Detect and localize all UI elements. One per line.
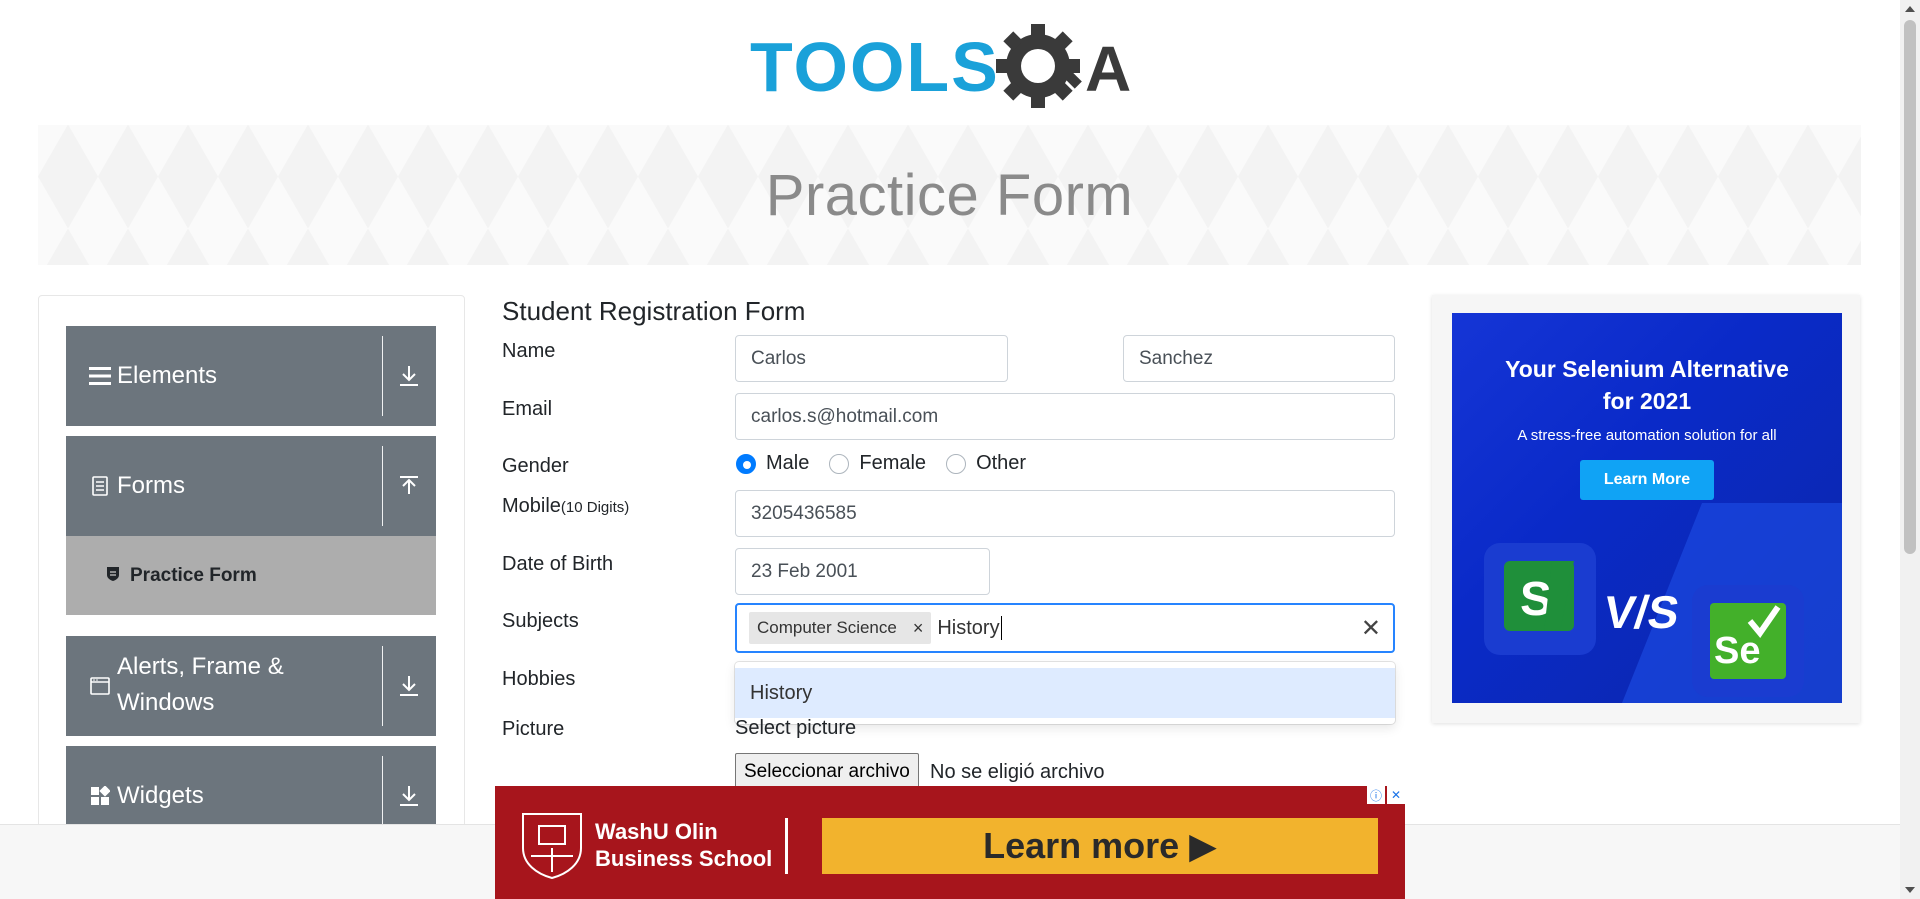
sidebar-group-label: Forms [117, 472, 185, 499]
email-label: Email [502, 398, 553, 420]
sidebar-group-forms[interactable]: Forms [66, 436, 436, 536]
scroll-up-arrow-icon[interactable] [1905, 6, 1915, 12]
upload-arrow-icon[interactable] [392, 436, 426, 536]
subjects-label: Subjects [502, 610, 579, 632]
gender-radio-group: Male Female Other [736, 452, 1046, 475]
chip-remove-icon[interactable]: × [905, 618, 932, 639]
page-banner: Practice Form [38, 125, 1861, 265]
download-arrow-icon[interactable] [392, 636, 426, 736]
ad-divider [785, 818, 788, 874]
menu-icon [88, 364, 112, 388]
radio-checked-icon[interactable] [736, 453, 756, 474]
ad-school-line2: Business School [595, 846, 773, 871]
selenium-ad[interactable]: Your Selenium Alternative for 2021 A stre… [1452, 313, 1842, 703]
last-name-input[interactable]: Sanchez [1123, 335, 1395, 382]
logo-text-tools: TOOLS [750, 28, 1000, 106]
subjects-dropdown-menu: History [735, 662, 1395, 724]
mobile-label-text: Mobile [502, 495, 561, 517]
gender-radio-female[interactable]: Female [829, 452, 926, 475]
radio-label: Female [859, 452, 927, 474]
dob-label: Date of Birth [502, 553, 614, 575]
subject-typed-text: History [937, 616, 1000, 639]
divider [382, 646, 383, 726]
sidebar-group-alerts[interactable]: Alerts, Frame & Windows [66, 636, 436, 736]
document-icon [88, 474, 112, 498]
divider [382, 336, 383, 416]
ad-school-line1: WashU Olin [595, 819, 718, 844]
ad-illustration: S V/S Se [1484, 503, 1842, 703]
sidebar-group-label: Widgets [117, 782, 204, 809]
name-label: Name [502, 340, 556, 362]
ad-card: Your Selenium Alternative for 2021 A stre… [1432, 295, 1860, 723]
radio-label: Male [766, 452, 810, 474]
selenium-se-glyph: Se [1714, 630, 1760, 672]
email-input[interactable]: carlos.s@hotmail.com [735, 393, 1395, 440]
ad-vs-text: V/S [1601, 586, 1682, 638]
dob-input[interactable]: 23 Feb 2001 [735, 548, 990, 595]
text-caret [1000, 616, 1002, 640]
first-name-input[interactable]: Carlos [735, 335, 1008, 382]
sidebar-group-label-line2: Windows [117, 689, 215, 716]
radio-label: Other [976, 452, 1027, 474]
radio-unchecked-icon[interactable] [946, 453, 967, 474]
gender-radio-other[interactable]: Other [946, 452, 1026, 475]
window-icon [88, 674, 112, 698]
subject-chip-label: Computer Science [757, 618, 897, 637]
picture-label: Picture [502, 718, 565, 740]
ad-school-name: WashU Olin Business School [595, 818, 772, 872]
subject-chip: Computer Science × [749, 612, 932, 644]
select-picture-label: Select picture [735, 717, 857, 739]
toolsqa-logo[interactable]: TOOLS A [750, 18, 1155, 113]
washu-ad-banner[interactable]: WashU Olin Business School Learn more ▶ … [495, 786, 1405, 899]
divider [382, 446, 383, 526]
sidebar-group-elements[interactable]: Elements [66, 326, 436, 426]
ad-headline-line1: Your Selenium Alternative [1505, 356, 1789, 382]
ad-headline: Your Selenium Alternative for 2021 [1452, 353, 1842, 417]
page-scrollbar[interactable] [1900, 0, 1920, 899]
ad-close-icon[interactable]: ✕ [1387, 786, 1405, 804]
mobile-label: Mobile(10 Digits) [502, 495, 629, 518]
widgets-icon [88, 784, 112, 808]
page-title: Practice Form [765, 162, 1134, 228]
gear-icon [996, 24, 1082, 108]
dropdown-option[interactable]: History [735, 668, 1395, 718]
form-title: Student Registration Form [502, 296, 806, 326]
gender-radio-male[interactable]: Male [736, 452, 809, 475]
sidebar-item-practice-form[interactable]: Practice Form [66, 536, 436, 615]
ad-learn-more-button[interactable]: Learn More [1579, 460, 1715, 500]
hobbies-label: Hobbies [502, 668, 576, 690]
ad-info-icon[interactable]: ⓘ [1367, 786, 1385, 804]
ad-subtext: A stress-free automation solution for al… [1517, 427, 1777, 444]
shield-icon [106, 566, 120, 585]
sidebar-item-label: Practice Form [130, 564, 257, 586]
ad-headline-line2: for 2021 [1602, 388, 1692, 414]
clear-icon[interactable]: ✕ [1361, 605, 1381, 651]
ad-learn-more-button[interactable]: Learn more ▶ [822, 818, 1378, 874]
sidebar-group-label: Elements [117, 362, 218, 389]
washu-shield-logo [522, 813, 582, 880]
subjects-input[interactable]: Computer Science × History ✕ [735, 603, 1395, 653]
scrollbar-thumb[interactable] [1904, 20, 1916, 554]
ad-controls: ⓘ ✕ [1365, 786, 1405, 804]
gender-label: Gender [502, 455, 569, 477]
sidebar-group-label: Alerts, Frame & [117, 653, 284, 680]
logo-text-a: A [1085, 33, 1131, 105]
mobile-input[interactable]: 3205436585 [735, 490, 1395, 537]
mobile-hint: (10 Digits) [560, 499, 630, 516]
sidebar: Elements Forms Practice Form Alerts, Fra… [38, 295, 465, 899]
file-status-text: No se eligió archivo [930, 761, 1105, 783]
download-arrow-icon[interactable] [392, 326, 426, 426]
scroll-down-arrow-icon[interactable] [1905, 887, 1915, 893]
radio-unchecked-icon[interactable] [829, 453, 850, 474]
